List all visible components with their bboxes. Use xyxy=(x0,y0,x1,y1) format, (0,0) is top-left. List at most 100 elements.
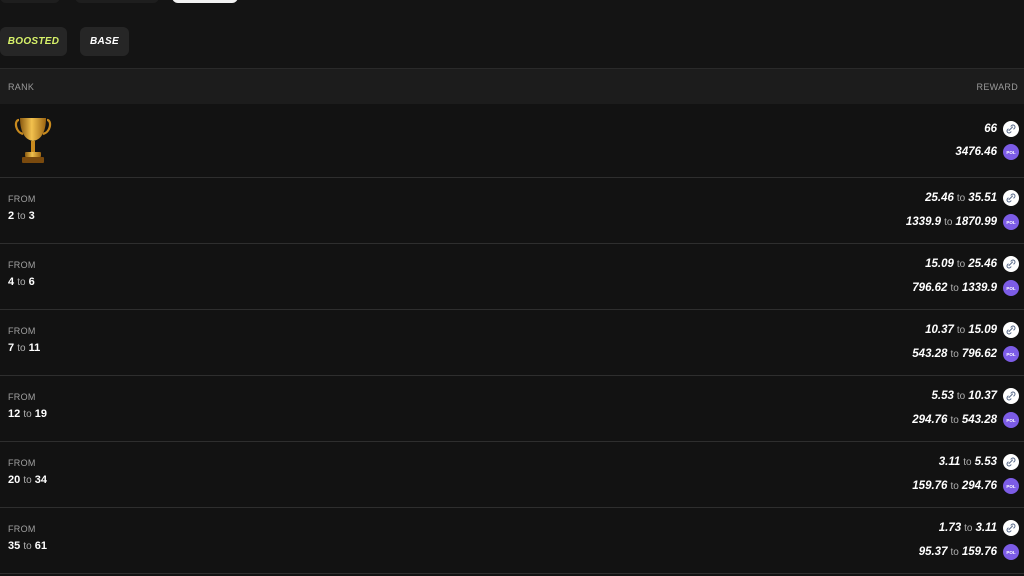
reward-from: 10.37 xyxy=(925,324,954,336)
table-row: FROM 20 to 34 xyxy=(0,442,1024,508)
reward-value: 66 xyxy=(984,123,997,135)
rank-start: 7 xyxy=(8,342,15,354)
rank-start: 12 xyxy=(8,408,21,420)
rank-range: 35 to 61 xyxy=(8,540,47,552)
reward-pol-range: 1339.9 to 1870.99 POL xyxy=(906,213,1019,231)
top-tab[interactable] xyxy=(75,0,159,3)
reward-to: 543.28 xyxy=(961,414,997,426)
reward-pol-range: 95.37 to 159.76 POL xyxy=(919,543,1019,561)
boosted-filter-button[interactable]: BOOSTED xyxy=(0,27,67,56)
reward-link-range: 1.73 to 3.11 xyxy=(939,519,1019,537)
rank-range: 12 to 19 xyxy=(8,408,47,420)
rank-from-label: FROM xyxy=(8,458,36,468)
rank-end: 3 xyxy=(28,210,35,222)
rank-end: 6 xyxy=(28,276,35,288)
table-header: RANK REWARD xyxy=(0,68,1024,104)
base-filter-button[interactable]: BASE xyxy=(80,27,129,56)
top-bar: BOOSTED BASE xyxy=(0,0,1024,68)
reward-to: 294.76 xyxy=(961,480,997,492)
rank-end: 34 xyxy=(34,474,47,486)
link-token-icon xyxy=(1003,388,1019,404)
reward-to: 25.46 xyxy=(968,258,997,270)
rank-range: 7 to 11 xyxy=(8,342,40,354)
rank-cell: FROM 20 to 34 xyxy=(8,458,47,486)
rank-end: 19 xyxy=(34,408,47,420)
rank-start: 35 xyxy=(8,540,21,552)
pol-token-icon: POL xyxy=(1003,544,1019,560)
link-token-icon xyxy=(1003,454,1019,470)
reward-from: 543.28 xyxy=(912,348,948,360)
reward-from: 95.37 xyxy=(918,546,948,558)
reward-pol-range: 796.62 to 1339.9 POL xyxy=(912,279,1019,297)
rank-start: 4 xyxy=(8,276,15,288)
rank-from-label: FROM xyxy=(8,524,36,534)
reward-to: 1870.99 xyxy=(955,216,997,228)
rank-start: 20 xyxy=(8,474,21,486)
reward-to: 796.62 xyxy=(961,348,997,360)
reward-from: 294.76 xyxy=(912,414,948,426)
to-label: to xyxy=(944,216,953,228)
reward-from: 796.62 xyxy=(912,282,948,294)
reward-from: 25.46 xyxy=(925,192,954,204)
to-label: to xyxy=(950,546,959,558)
to-label: to xyxy=(950,348,959,360)
trophy-icon xyxy=(14,118,52,163)
link-token-icon xyxy=(1003,121,1019,137)
to-label: to xyxy=(964,522,973,534)
reward-column-header: REWARD xyxy=(976,81,1018,92)
reward-to: 15.09 xyxy=(968,324,997,336)
table-row: FROM 2 to 3 xyxy=(0,178,1024,244)
reward-pol-range: 159.76 to 294.76 POL xyxy=(912,477,1019,495)
top-tab-active[interactable] xyxy=(172,0,238,3)
pol-token-icon: POL xyxy=(1003,280,1019,296)
table-row: FROM 12 to 19 xyxy=(0,376,1024,442)
rank-column-header: RANK xyxy=(8,81,35,92)
pol-token-icon: POL xyxy=(1003,144,1019,160)
pol-token-icon: POL xyxy=(1003,346,1019,362)
table-row: FROM 7 to 11 xyxy=(0,310,1024,376)
reward-to: 1339.9 xyxy=(961,282,997,294)
reward-link-amount: 66 xyxy=(984,120,1019,138)
pol-token-icon: POL xyxy=(1003,214,1019,230)
reward-from: 5.53 xyxy=(931,390,954,402)
reward-to: 10.37 xyxy=(968,390,997,402)
to-label: to xyxy=(23,541,32,552)
rank-start: 2 xyxy=(8,210,15,222)
rank-from-label: FROM xyxy=(8,392,36,402)
top-tab[interactable] xyxy=(0,0,60,3)
reward-link-range: 25.46 to 35.51 xyxy=(925,189,1019,207)
rank-range: 20 to 34 xyxy=(8,474,47,486)
rank-cell: FROM 35 to 61 xyxy=(8,524,47,552)
table-row xyxy=(0,104,1024,178)
to-label: to xyxy=(956,192,966,204)
link-token-icon xyxy=(1003,520,1019,536)
reward-to: 35.51 xyxy=(968,192,997,204)
rank-cell: FROM 4 to 6 xyxy=(8,260,36,288)
link-token-icon xyxy=(1003,256,1019,272)
link-token-icon xyxy=(1003,190,1019,206)
link-token-icon xyxy=(1003,322,1019,338)
reward-to: 3.11 xyxy=(975,522,997,534)
to-label: to xyxy=(956,258,966,270)
reward-link-range: 5.53 to 10.37 xyxy=(931,387,1019,405)
to-label: to xyxy=(950,282,959,294)
reward-from: 3.11 xyxy=(938,456,961,468)
reward-to: 5.53 xyxy=(974,456,997,468)
to-label: to xyxy=(956,324,966,336)
rank-end: 11 xyxy=(28,342,41,354)
reward-from: 15.09 xyxy=(925,258,954,270)
rank-end: 61 xyxy=(34,540,47,552)
to-label: to xyxy=(17,343,26,354)
to-label: to xyxy=(950,480,959,492)
reward-link-range: 3.11 to 5.53 xyxy=(939,453,1019,471)
rank-from-label: FROM xyxy=(8,326,36,336)
rank-from-label: FROM xyxy=(8,194,36,204)
pol-token-icon: POL xyxy=(1003,412,1019,428)
reward-to: 159.76 xyxy=(961,546,997,558)
to-label: to xyxy=(956,390,966,402)
to-label: to xyxy=(17,277,26,288)
reward-value: 3476.46 xyxy=(955,146,997,158)
rank-range: 4 to 6 xyxy=(8,276,36,288)
reward-link-range: 15.09 to 25.46 xyxy=(925,255,1019,273)
reward-from: 1.73 xyxy=(938,522,962,534)
